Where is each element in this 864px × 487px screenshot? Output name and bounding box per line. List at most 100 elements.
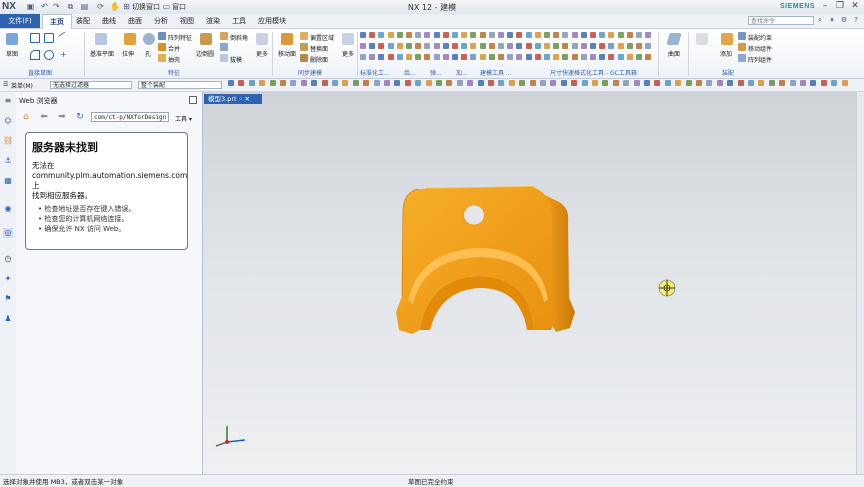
chamfer-icon[interactable] xyxy=(220,32,228,40)
ribbon-command-icon[interactable] xyxy=(534,32,541,38)
ribbon-command-icon[interactable] xyxy=(488,43,495,49)
toolbar-command-icon[interactable] xyxy=(404,80,411,86)
ribbon-command-icon[interactable] xyxy=(415,54,422,60)
ribbon-command-icon[interactable] xyxy=(525,54,532,60)
ribbon-command-icon[interactable] xyxy=(461,43,468,49)
toolbar-command-icon[interactable] xyxy=(342,80,349,86)
ribbon-command-icon[interactable] xyxy=(544,32,550,38)
ribbon-command-icon[interactable] xyxy=(433,32,440,38)
ribbon-command-icon[interactable] xyxy=(608,32,615,38)
process-studio-icon[interactable]: ⚑ xyxy=(3,294,13,304)
toolbar-command-icon[interactable] xyxy=(228,80,234,86)
tab-curve[interactable]: 曲线 xyxy=(98,14,120,28)
shell-icon[interactable] xyxy=(158,54,166,62)
add-component-icon[interactable] xyxy=(721,33,733,45)
toolbar-command-icon[interactable] xyxy=(716,80,723,86)
ribbon-command-icon[interactable] xyxy=(516,43,523,49)
toolbar-command-icon[interactable] xyxy=(560,80,567,86)
toolbar-command-icon[interactable] xyxy=(737,80,744,86)
ribbon-command-icon[interactable] xyxy=(571,32,578,38)
close-button[interactable]: ✕ xyxy=(848,1,862,12)
sketch-button[interactable]: 草图 xyxy=(6,49,18,58)
toolbar-command-icon[interactable] xyxy=(800,80,806,86)
ribbon-command-icon[interactable] xyxy=(452,32,458,38)
toolbar-command-icon[interactable] xyxy=(321,80,328,86)
tab-tools[interactable]: 工具 xyxy=(228,14,250,28)
toolbar-command-icon[interactable] xyxy=(675,80,682,86)
toolbar-command-icon[interactable] xyxy=(269,80,276,86)
part-navigator-icon[interactable]: ⛭ xyxy=(3,116,13,126)
toolbar-command-icon[interactable] xyxy=(519,80,526,86)
ribbon-command-icon[interactable] xyxy=(387,43,394,49)
move-face-icon[interactable] xyxy=(281,33,293,45)
ribbon-command-icon[interactable] xyxy=(636,43,642,49)
command-search-input[interactable]: 查找命令 xyxy=(748,16,814,25)
ribbon-command-icon[interactable] xyxy=(387,32,394,38)
ribbon-command-icon[interactable] xyxy=(599,43,606,49)
hole-icon[interactable] xyxy=(143,33,155,45)
ribbon-command-icon[interactable] xyxy=(626,32,633,38)
toolbar-command-icon[interactable] xyxy=(727,80,734,86)
ribbon-command-icon[interactable] xyxy=(590,54,596,60)
ribbon-command-icon[interactable] xyxy=(608,54,615,60)
ribbon-command-icon[interactable] xyxy=(608,43,615,49)
replace-face-button[interactable]: 替换面 xyxy=(310,44,328,53)
toolbar-command-icon[interactable] xyxy=(248,80,255,86)
draft-icon[interactable] xyxy=(220,54,228,62)
url-input[interactable]: com/ct-p/NXforDesign xyxy=(91,112,169,122)
toolbar-command-icon[interactable] xyxy=(529,80,536,86)
datum-plane-button[interactable]: 基准平面 xyxy=(90,49,114,58)
toolbar-command-icon[interactable] xyxy=(498,80,505,86)
toolbar-command-icon[interactable] xyxy=(581,80,588,86)
ribbon-command-icon[interactable] xyxy=(645,32,652,38)
ribbon-command-icon[interactable] xyxy=(636,32,642,38)
ribbon-command-icon[interactable] xyxy=(553,54,560,60)
ribbon-command-icon[interactable] xyxy=(452,43,458,49)
tab-home[interactable]: 主页 xyxy=(42,14,72,29)
toolbar-command-icon[interactable] xyxy=(602,80,609,86)
toolbar-command-icon[interactable] xyxy=(831,80,838,86)
tab-applications[interactable]: 应用模块 xyxy=(254,14,290,28)
toolbar-command-icon[interactable] xyxy=(436,80,442,86)
sketch-icon[interactable] xyxy=(6,33,18,45)
ribbon-command-icon[interactable] xyxy=(387,54,394,60)
delete-face-icon[interactable] xyxy=(300,54,308,62)
toolbar-command-icon[interactable] xyxy=(685,80,692,86)
toolbar-command-icon[interactable] xyxy=(384,80,390,86)
toolbar-command-icon[interactable] xyxy=(456,80,463,86)
ribbon-command-icon[interactable] xyxy=(470,54,477,60)
tab-surface[interactable]: 曲面 xyxy=(124,14,146,28)
ribbon-command-icon[interactable] xyxy=(617,32,624,38)
toolbar-command-icon[interactable] xyxy=(789,80,796,86)
browser-tools-menu[interactable]: 工具 ▾ xyxy=(175,114,192,123)
extrude-button[interactable]: 拉伸 xyxy=(122,49,134,58)
toolbar-command-icon[interactable] xyxy=(488,80,494,86)
extrude-icon[interactable] xyxy=(124,33,136,45)
ribbon-command-icon[interactable] xyxy=(442,43,449,49)
toolbar-command-icon[interactable] xyxy=(644,80,650,86)
ribbon-command-icon[interactable] xyxy=(415,43,422,49)
ribbon-options-icon[interactable]: ▾ xyxy=(828,16,836,24)
more-sync-icon[interactable] xyxy=(342,33,354,45)
ribbon-command-icon[interactable] xyxy=(369,43,376,49)
ribbon-command-icon[interactable] xyxy=(626,43,633,49)
ribbon-command-icon[interactable] xyxy=(360,43,366,49)
ribbon-command-icon[interactable] xyxy=(488,54,495,60)
toolbar-command-icon[interactable] xyxy=(332,80,338,86)
ribbon-command-icon[interactable] xyxy=(360,32,366,38)
ribbon-command-icon[interactable] xyxy=(626,54,633,60)
move-component-button[interactable]: 移动组件 xyxy=(748,44,772,53)
ribbon-command-icon[interactable] xyxy=(378,54,385,60)
shell-button[interactable]: 抽壳 xyxy=(168,55,180,64)
toolbar-command-icon[interactable] xyxy=(820,80,827,86)
history-icon[interactable]: ◷ xyxy=(3,254,13,264)
toolbar-command-icon[interactable] xyxy=(612,80,619,86)
edge-blend-button[interactable]: 边倒圆 xyxy=(196,49,214,58)
ribbon-command-icon[interactable] xyxy=(498,32,504,38)
ribbon-command-icon[interactable] xyxy=(516,32,523,38)
offset-region-button[interactable]: 偏置区域 xyxy=(310,33,334,42)
toolbar-command-icon[interactable] xyxy=(290,80,297,86)
toolbar-command-icon[interactable] xyxy=(373,80,380,86)
part-file-tab[interactable]: 模型3.prt ◦ ✕ xyxy=(204,94,262,104)
assembly-constraint-button[interactable]: 装配约束 xyxy=(748,33,772,42)
